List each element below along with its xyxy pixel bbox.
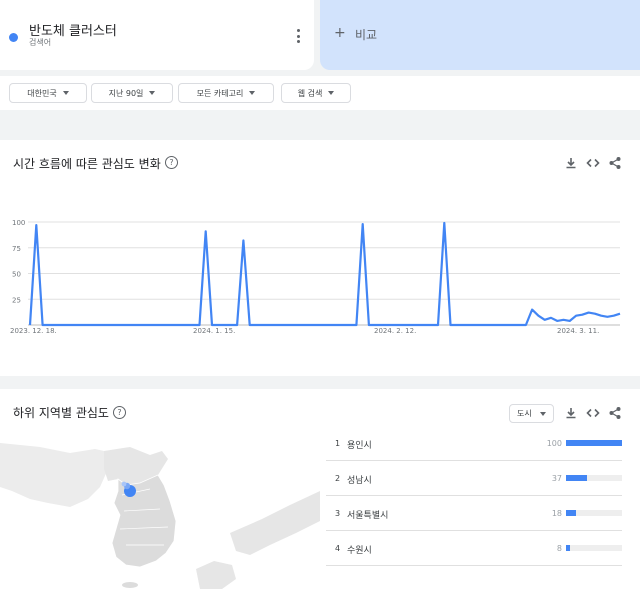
map-city-seoul[interactable]	[121, 481, 127, 487]
map-land	[196, 561, 236, 589]
chevron-down-icon	[540, 411, 546, 416]
region-value: 100	[546, 439, 562, 448]
filter-search-type[interactable]: 웹 검색	[281, 83, 351, 103]
x-tick-label: 2024. 2. 12.	[374, 327, 416, 335]
region-name: 수원시	[347, 546, 372, 556]
filter-region[interactable]: 대한민국	[9, 83, 87, 103]
more-options-icon[interactable]	[292, 28, 304, 44]
chevron-down-icon	[149, 91, 156, 95]
list-item[interactable]: 4 수원시 8	[326, 531, 622, 566]
value-bar	[566, 475, 622, 481]
value-bar	[566, 510, 622, 516]
help-icon[interactable]: ?	[113, 406, 126, 419]
region-level-label: 도시	[517, 409, 532, 418]
region-name: 용인시	[347, 441, 372, 451]
y-tick-label: 25	[12, 296, 21, 304]
filter-search-type-label: 웹 검색	[297, 88, 323, 98]
interest-line-chart: 100 75 50 25 2023. 12. 18. 2024. 1. 15. 2024. …	[10, 219, 621, 335]
y-tick-label: 100	[12, 219, 25, 227]
value-bar-fill	[566, 545, 571, 551]
filter-category-label: 모든 카테고리	[196, 88, 244, 98]
region-name: 성남시	[347, 476, 372, 486]
filter-time-range[interactable]: 지난 90일	[91, 83, 173, 103]
search-term-type: 검색어	[29, 38, 52, 47]
x-tick-label: 2023. 12. 18.	[10, 327, 57, 335]
value-bar-fill	[566, 475, 587, 481]
list-item[interactable]: 3 서울특별시 18	[326, 496, 622, 531]
region-name: 서울특별시	[347, 511, 389, 521]
compare-label: 비교	[355, 28, 378, 42]
region-value: 8	[556, 544, 562, 553]
plus-icon: +	[334, 25, 346, 41]
section-title: 하위 지역별 관심도	[13, 406, 109, 420]
filter-region-label: 대한민국	[27, 88, 57, 98]
embed-code-icon[interactable]	[586, 406, 600, 420]
search-term-card[interactable]: 반도체 클러스터 검색어	[0, 0, 314, 70]
rank-number: 2	[335, 474, 341, 483]
y-tick-label: 75	[12, 245, 21, 253]
value-bar-fill	[566, 510, 577, 516]
rank-number: 1	[335, 439, 341, 448]
download-icon[interactable]	[564, 406, 578, 420]
korea-region-map[interactable]	[0, 429, 320, 589]
map-land	[230, 491, 320, 555]
value-bar	[566, 545, 622, 551]
rank-number: 3	[335, 509, 341, 518]
region-value: 18	[551, 509, 562, 518]
term-color-dot	[9, 33, 18, 42]
y-tick-label: 50	[12, 271, 21, 279]
value-bar	[566, 440, 622, 446]
map-land	[0, 443, 108, 507]
rank-number: 4	[335, 544, 341, 553]
list-item[interactable]: 2 성남시 37	[326, 461, 622, 496]
map-south-korea[interactable]	[111, 474, 177, 568]
x-tick-label: 2024. 1. 15.	[193, 327, 235, 335]
chevron-down-icon	[249, 91, 256, 95]
value-bar-fill	[566, 440, 622, 446]
x-tick-label: 2024. 3. 11.	[557, 327, 599, 335]
list-item[interactable]: 1 용인시 100	[326, 426, 622, 461]
chevron-down-icon	[328, 91, 335, 95]
region-level-select[interactable]: 도시	[509, 404, 554, 423]
share-icon[interactable]	[608, 406, 622, 420]
filter-category[interactable]: 모든 카테고리	[178, 83, 274, 103]
chevron-down-icon	[62, 91, 69, 95]
filter-bar: 대한민국 지난 90일 모든 카테고리 웹 검색	[0, 76, 640, 110]
filter-time-label: 지난 90일	[108, 88, 144, 98]
compare-button[interactable]: + 비교	[320, 0, 640, 70]
map-jeju[interactable]	[122, 582, 138, 588]
interest-over-time-card: 시간 흐름에 따른 관심도 변화 ? 100 75 50 25 2023. 12. 18…	[0, 140, 640, 376]
region-interest-card: 하위 지역별 관심도 ? 도시 1 용인시 100 2 성남시 37 3 서울특…	[0, 389, 640, 589]
region-value: 37	[551, 474, 562, 483]
